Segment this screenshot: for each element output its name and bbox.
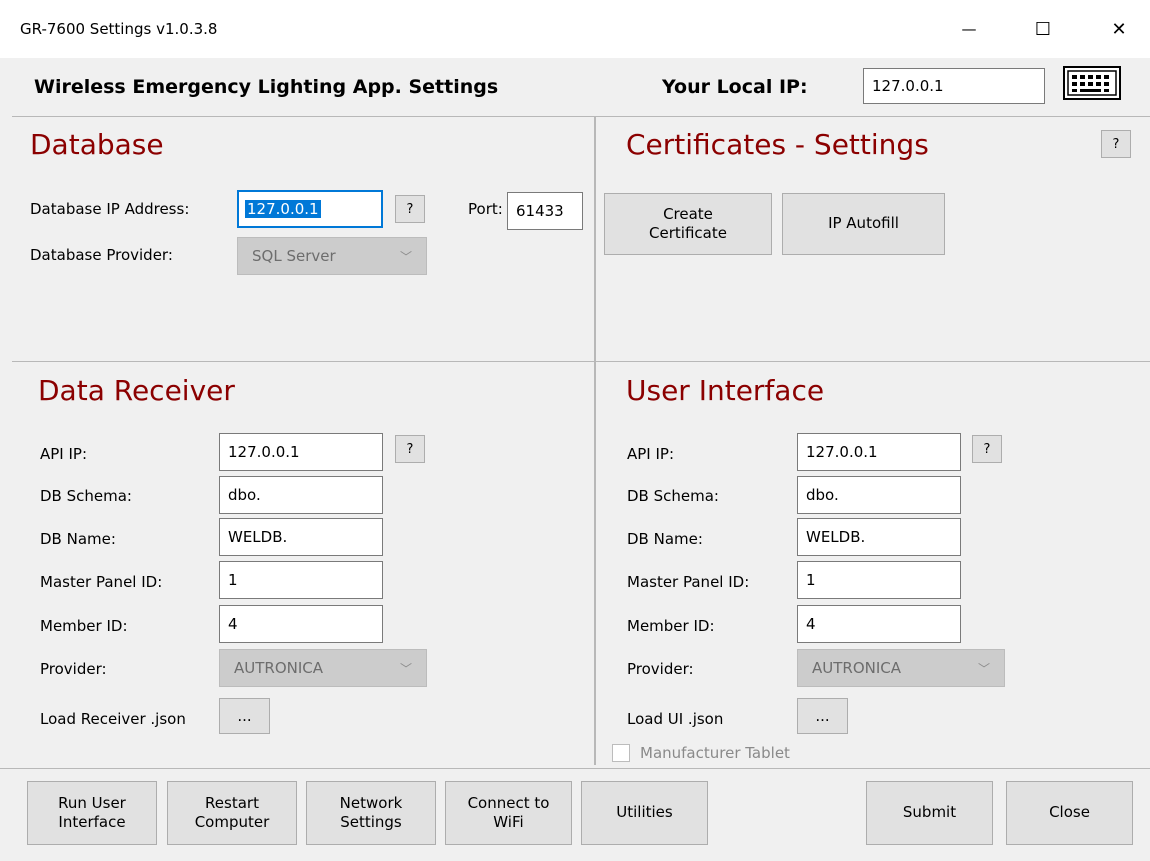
ui-provider-value: AUTRONICA [812, 659, 902, 677]
receiver-provider-label: Provider: [40, 660, 107, 678]
maximize-icon: ☐ [1034, 18, 1052, 40]
database-ip-field[interactable]: 127.0.0.1 [237, 190, 383, 228]
minimize-icon: — [961, 20, 977, 38]
ui-provider-label: Provider: [627, 660, 694, 678]
ui-dbname-field[interactable]: WELDB. [797, 518, 961, 556]
ui-api-ip-label: API IP: [627, 445, 675, 463]
receiver-help-button[interactable]: ? [395, 435, 425, 463]
chevron-down-icon: ﹀ [399, 249, 412, 264]
user-interface-title: User Interface [626, 374, 825, 407]
local-ip-field[interactable]: 127.0.0.1 [863, 68, 1045, 104]
ui-master-label: Master Panel ID: [627, 573, 750, 591]
receiver-schema-field[interactable]: dbo. [219, 476, 383, 514]
receiver-provider-value: AUTRONICA [234, 659, 324, 677]
local-ip-label: Your Local IP: [662, 76, 808, 98]
ui-master-field[interactable]: 1 [797, 561, 961, 599]
ui-help-button[interactable]: ? [972, 435, 1002, 463]
window-title: GR-7600 Settings v1.0.3.8 [20, 20, 218, 38]
data-receiver-title: Data Receiver [38, 374, 235, 407]
run-user-interface-button[interactable]: Run User Interface [27, 781, 157, 845]
ui-load-label: Load UI .json [627, 710, 724, 728]
chevron-down-icon: ﹀ [977, 661, 990, 676]
database-ip-value: 127.0.0.1 [245, 200, 321, 218]
port-label: Port: [468, 200, 503, 218]
port-field[interactable]: 61433 [507, 192, 583, 230]
receiver-master-label: Master Panel ID: [40, 573, 163, 591]
receiver-member-field[interactable]: 4 [219, 605, 383, 643]
middle-divider [12, 361, 1150, 362]
receiver-master-field[interactable]: 1 [219, 561, 383, 599]
certificates-help-button[interactable]: ? [1101, 130, 1131, 158]
app-title: Wireless Emergency Lighting App. Setting… [34, 76, 499, 98]
database-help-button[interactable]: ? [395, 195, 425, 223]
create-certificate-button[interactable]: Create Certificate [604, 193, 772, 255]
receiver-dbname-label: DB Name: [40, 530, 116, 548]
ip-autofill-button[interactable]: IP Autofill [782, 193, 945, 255]
ui-provider-select[interactable]: AUTRONICA ﹀ [797, 649, 1005, 687]
ui-load-button[interactable]: ... [797, 698, 848, 734]
database-provider-value: SQL Server [252, 247, 336, 265]
database-title: Database [30, 128, 164, 161]
title-bar: GR-7600 Settings v1.0.3.8 — ☐ ✕ [0, 0, 1150, 58]
top-divider [12, 116, 1150, 117]
chevron-down-icon: ﹀ [399, 661, 412, 676]
ui-api-ip-field[interactable]: 127.0.0.1 [797, 433, 961, 471]
ui-schema-field[interactable]: dbo. [797, 476, 961, 514]
utilities-button[interactable]: Utilities [581, 781, 708, 845]
restart-computer-button[interactable]: Restart Computer [167, 781, 297, 845]
ui-dbname-label: DB Name: [627, 530, 703, 548]
receiver-api-ip-field[interactable]: 127.0.0.1 [219, 433, 383, 471]
receiver-dbname-field[interactable]: WELDB. [219, 518, 383, 556]
receiver-member-label: Member ID: [40, 617, 128, 635]
ui-schema-label: DB Schema: [627, 487, 719, 505]
close-icon: ✕ [1111, 18, 1127, 40]
receiver-provider-select[interactable]: AUTRONICA ﹀ [219, 649, 427, 687]
manufacturer-tablet-checkbox[interactable] [612, 744, 630, 762]
ui-member-label: Member ID: [627, 617, 715, 635]
close-button[interactable]: Close [1006, 781, 1133, 845]
database-provider-label: Database Provider: [30, 246, 173, 264]
close-window-button[interactable]: ✕ [1090, 0, 1148, 58]
minimize-button[interactable]: — [940, 0, 998, 58]
keyboard-button[interactable] [1063, 66, 1121, 100]
certificates-title: Certificates - Settings [626, 128, 929, 161]
connect-wifi-button[interactable]: Connect to WiFi [445, 781, 572, 845]
receiver-api-ip-label: API IP: [40, 445, 88, 463]
maximize-button[interactable]: ☐ [1014, 0, 1072, 58]
receiver-load-label: Load Receiver .json [40, 710, 186, 728]
manufacturer-tablet-label: Manufacturer Tablet [640, 744, 790, 762]
database-ip-label: Database IP Address: [30, 200, 190, 218]
header-bar: Wireless Emergency Lighting App. Setting… [0, 58, 1150, 116]
center-divider [594, 117, 596, 765]
receiver-load-button[interactable]: ... [219, 698, 270, 734]
network-settings-button[interactable]: Network Settings [306, 781, 436, 845]
keyboard-icon [1063, 66, 1121, 100]
submit-button[interactable]: Submit [866, 781, 993, 845]
footer-divider [0, 768, 1150, 769]
ui-member-field[interactable]: 4 [797, 605, 961, 643]
database-provider-select[interactable]: SQL Server ﹀ [237, 237, 427, 275]
receiver-schema-label: DB Schema: [40, 487, 132, 505]
